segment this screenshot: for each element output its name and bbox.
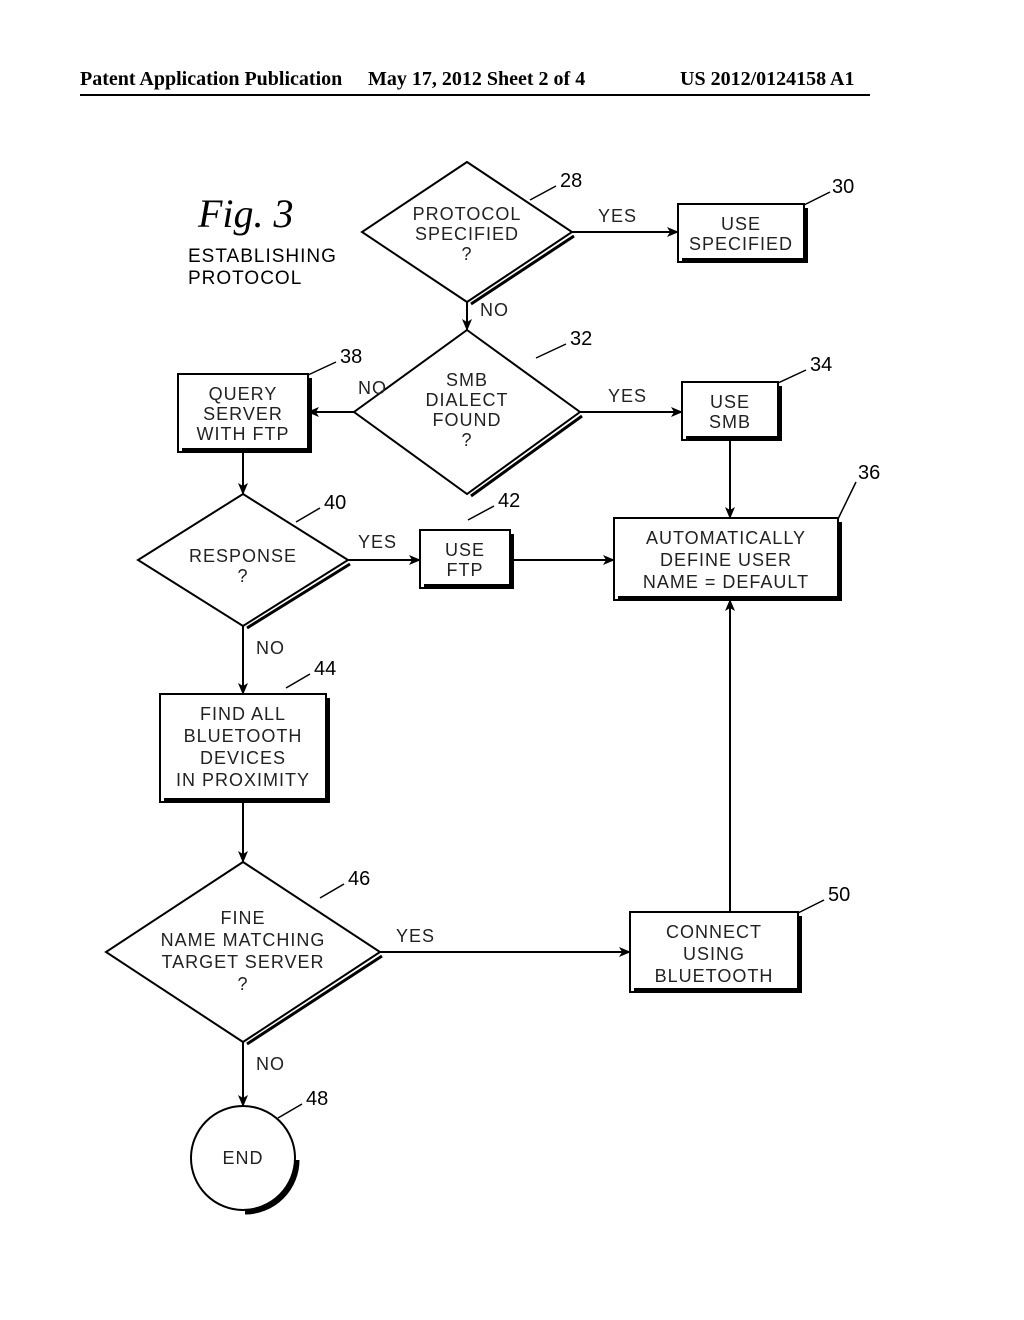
node-28-text-2: SPECIFIED [405,224,529,245]
node-36-text-3: NAME = DEFAULT [614,572,838,593]
ref-44: 44 [314,658,336,681]
node-30-text-1: USE [678,214,804,235]
edge-32-no: NO [358,378,387,399]
node-30-text-2: SPECIFIED [678,234,804,255]
node-32-text-3: FOUND [407,410,527,431]
node-50-text-1: CONNECT [630,922,798,943]
node-46-text-1: FINE [148,908,338,929]
node-40-text-1: RESPONSE [173,546,313,567]
node-28-text-3: ? [405,244,529,265]
node-36-text-2: DEFINE USER [614,550,838,571]
ref-46: 46 [348,868,370,891]
node-34-text-2: SMB [682,412,778,433]
node-40-text-2: ? [173,566,313,587]
edge-46-yes: YES [396,926,435,947]
node-46-text-3: TARGET SERVER [148,952,338,973]
edge-28-yes: YES [598,206,637,227]
node-42-text-2: FTP [420,560,510,581]
node-42-text-1: USE [420,540,510,561]
node-50-text-2: USING [630,944,798,965]
ref-50: 50 [828,884,850,907]
node-50-text-3: BLUETOOTH [630,966,798,987]
node-32-text-1: SMB [407,370,527,391]
ref-40: 40 [324,492,346,515]
flowchart-svg [0,0,1024,1320]
ref-30: 30 [832,176,854,199]
node-32-text-2: DIALECT [407,390,527,411]
figure-title: Fig. 3 [198,190,294,237]
figure-caption-2: PROTOCOL [188,268,302,290]
node-38-text-1: QUERY [178,384,308,405]
edge-40-no: NO [256,638,285,659]
edge-28-no: NO [480,300,509,321]
node-38-text-2: SERVER [178,404,308,425]
edge-32-yes: YES [608,386,647,407]
node-36-text-1: AUTOMATICALLY [614,528,838,549]
node-44-text-1: FIND ALL [160,704,326,725]
node-28-text-1: PROTOCOL [405,204,529,225]
ref-48: 48 [306,1088,328,1111]
node-34-text-1: USE [682,392,778,413]
ref-28: 28 [560,170,582,193]
node-32-text-4: ? [407,430,527,451]
node-38-text-3: WITH FTP [178,424,308,445]
node-48-text: END [203,1148,283,1169]
ref-38: 38 [340,346,362,369]
node-44-text-2: BLUETOOTH [160,726,326,747]
node-46-text-2: NAME MATCHING [148,930,338,951]
edge-40-yes: YES [358,532,397,553]
node-46-text-4: ? [148,974,338,995]
ref-42: 42 [498,490,520,513]
edge-46-no: NO [256,1054,285,1075]
ref-32: 32 [570,328,592,351]
figure-caption-1: ESTABLISHING [188,246,337,268]
node-44-text-3: DEVICES [160,748,326,769]
node-44-text-4: IN PROXIMITY [160,770,326,791]
ref-34: 34 [810,354,832,377]
ref-36: 36 [858,462,880,485]
